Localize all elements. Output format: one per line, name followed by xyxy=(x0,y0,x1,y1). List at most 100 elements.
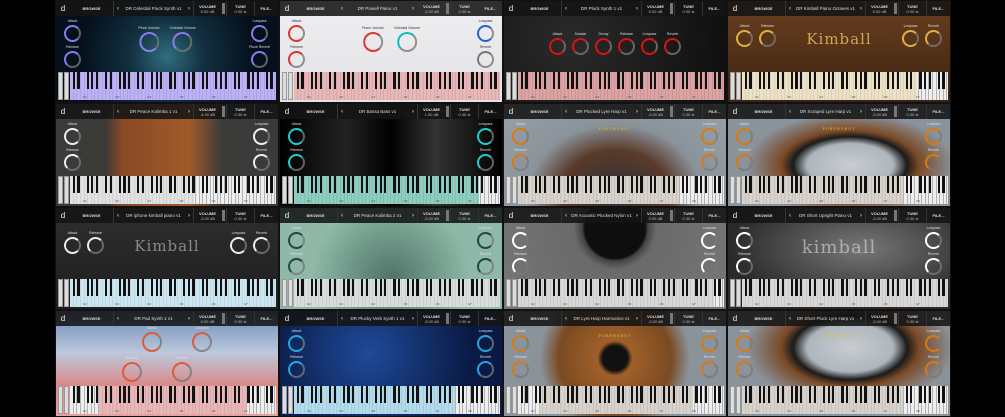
black-key[interactable] xyxy=(384,279,387,296)
black-key[interactable] xyxy=(598,279,602,296)
black-key[interactable] xyxy=(905,386,908,403)
black-key[interactable] xyxy=(713,72,717,89)
black-key[interactable] xyxy=(758,279,761,296)
pluck-reverb-knob[interactable]: Pluck Reverb xyxy=(249,45,270,68)
knob-dial[interactable] xyxy=(736,30,753,47)
black-key[interactable] xyxy=(342,176,345,193)
black-key[interactable] xyxy=(663,72,666,89)
release-knob[interactable]: Release xyxy=(618,32,635,55)
black-key[interactable] xyxy=(233,176,236,193)
black-key[interactable] xyxy=(919,279,922,296)
black-key[interactable] xyxy=(608,176,611,193)
black-key[interactable] xyxy=(95,386,98,403)
black-key[interactable] xyxy=(137,279,140,296)
black-key[interactable] xyxy=(896,176,899,193)
black-key[interactable] xyxy=(127,386,131,403)
black-key[interactable] xyxy=(471,386,474,403)
black-key[interactable] xyxy=(799,386,803,403)
knob-dial[interactable] xyxy=(396,32,417,52)
black-key[interactable] xyxy=(265,72,269,89)
pitch-wheel[interactable] xyxy=(282,386,287,414)
black-key[interactable] xyxy=(361,279,364,296)
black-key[interactable] xyxy=(937,279,941,296)
file-menu-button[interactable]: FILE... xyxy=(254,311,278,326)
black-key[interactable] xyxy=(169,72,172,89)
keys[interactable]: C2 C3 C4 C5 C6 C7 xyxy=(294,279,500,307)
black-key[interactable] xyxy=(430,176,433,193)
black-key[interactable] xyxy=(585,386,588,403)
volume-control[interactable]: VOLUME -3.00 dB xyxy=(417,208,445,223)
black-key[interactable] xyxy=(72,176,75,193)
reverb-knob[interactable]: Reverb xyxy=(253,231,270,254)
black-key[interactable] xyxy=(539,72,542,89)
knob-dial[interactable] xyxy=(288,361,305,378)
lowpass-knob[interactable]: Lowpass xyxy=(925,226,942,249)
black-key[interactable] xyxy=(160,279,163,296)
black-key[interactable] xyxy=(910,176,913,193)
knob-dial[interactable] xyxy=(64,154,81,171)
black-key[interactable] xyxy=(585,176,588,193)
black-key[interactable] xyxy=(924,176,927,193)
black-key[interactable] xyxy=(827,279,830,296)
black-key[interactable] xyxy=(476,176,479,193)
reverb-knob[interactable]: Reverb xyxy=(664,32,681,55)
black-key[interactable] xyxy=(534,72,537,89)
knob-dial[interactable] xyxy=(64,25,81,42)
volume-slider[interactable] xyxy=(670,313,673,324)
black-key[interactable] xyxy=(539,279,542,296)
black-key[interactable] xyxy=(855,176,858,193)
mod-wheel[interactable] xyxy=(288,386,293,414)
black-key[interactable] xyxy=(827,386,830,403)
prev-preset-button[interactable]: ‹ xyxy=(562,213,570,219)
black-key[interactable] xyxy=(910,386,913,403)
black-key[interactable] xyxy=(476,279,479,296)
keys[interactable]: C2 C3 C4 C5 C6 C7 xyxy=(70,279,276,307)
browse-button[interactable]: BROWSE xyxy=(70,208,114,223)
black-key[interactable] xyxy=(123,279,126,296)
black-key[interactable] xyxy=(201,386,204,403)
knob-dial[interactable] xyxy=(512,335,529,352)
mod-wheel[interactable] xyxy=(736,176,741,204)
black-key[interactable] xyxy=(566,72,569,89)
black-key[interactable] xyxy=(571,386,574,403)
file-menu-button[interactable]: FILE... xyxy=(478,311,502,326)
black-key[interactable] xyxy=(905,279,908,296)
black-key[interactable] xyxy=(845,72,849,89)
black-key[interactable] xyxy=(141,279,144,296)
black-key[interactable] xyxy=(937,176,941,193)
knob-dial[interactable] xyxy=(477,154,494,171)
black-key[interactable] xyxy=(832,386,835,403)
black-key[interactable] xyxy=(781,279,784,296)
black-key[interactable] xyxy=(374,72,378,89)
browse-button[interactable]: BROWSE xyxy=(70,104,114,119)
next-preset-button[interactable]: › xyxy=(857,6,865,12)
black-key[interactable] xyxy=(238,386,241,403)
black-key[interactable] xyxy=(845,176,849,193)
black-key[interactable] xyxy=(520,279,523,296)
black-key[interactable] xyxy=(365,176,368,193)
black-key[interactable] xyxy=(809,72,812,89)
black-key[interactable] xyxy=(104,386,108,403)
keys[interactable]: C2 C3 C4 C5 C6 C7 xyxy=(518,72,724,100)
black-key[interactable] xyxy=(520,72,523,89)
attack-knob[interactable]: Attack xyxy=(512,122,529,145)
black-key[interactable] xyxy=(534,386,537,403)
black-key[interactable] xyxy=(215,72,218,89)
decay-knob[interactable]: Decay xyxy=(595,32,612,55)
next-preset-button[interactable]: › xyxy=(633,109,641,115)
black-key[interactable] xyxy=(86,72,89,89)
file-menu-button[interactable]: FILE... xyxy=(254,1,278,16)
black-key[interactable] xyxy=(681,72,684,89)
knob-dial[interactable] xyxy=(251,51,269,68)
black-key[interactable] xyxy=(667,279,671,296)
black-key[interactable] xyxy=(104,176,108,193)
black-key[interactable] xyxy=(919,386,922,403)
black-key[interactable] xyxy=(265,176,269,193)
black-key[interactable] xyxy=(608,72,611,89)
volume-control[interactable]: VOLUME -3.00 dB xyxy=(417,311,445,326)
black-key[interactable] xyxy=(201,176,204,193)
black-key[interactable] xyxy=(813,176,816,193)
lowpass-knob[interactable]: Lowpass xyxy=(701,226,718,249)
next-preset-button[interactable]: › xyxy=(633,316,641,322)
black-key[interactable] xyxy=(744,176,747,193)
